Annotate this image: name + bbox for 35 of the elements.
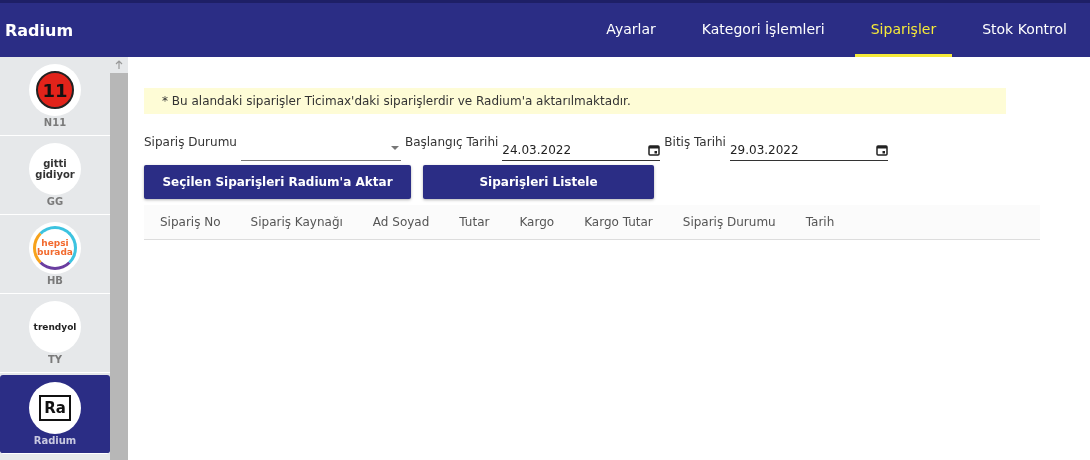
- info-notice: * Bu alandaki siparişler Ticimax'daki siparişlerdir ve Radium'a aktarılmaktadır.: [144, 88, 1006, 114]
- column-header: Sipariş Kaynağı: [250, 215, 343, 229]
- column-header: Kargo: [519, 215, 555, 229]
- sidebar-item[interactable]: 11 N11: [0, 57, 110, 136]
- nav-tab[interactable]: Siparişler: [854, 3, 953, 57]
- nav-tab[interactable]: Stok Kontrol: [966, 3, 1083, 57]
- action-button[interactable]: Siparişleri Listele: [423, 165, 654, 199]
- column-header: Tarih: [805, 215, 835, 229]
- nav-tab[interactable]: Ayarlar: [590, 3, 672, 57]
- logo-text: trendyol: [33, 322, 77, 332]
- app-title: Radium: [4, 20, 74, 40]
- calendar-icon[interactable]: [648, 144, 661, 156]
- action-button[interactable]: Seçilen Siparişleri Radium'a Aktar: [144, 165, 411, 199]
- nav-tab[interactable]: Kategori İşlemleri: [685, 3, 841, 57]
- column-header: Sipariş No: [160, 215, 221, 229]
- calendar-icon[interactable]: [875, 144, 888, 156]
- column-header: Ad Soyad: [372, 215, 430, 229]
- date-field[interactable]: 24.03.2022: [502, 143, 661, 161]
- sidebar-item[interactable]: gitti gidiyor GG: [0, 136, 110, 215]
- field-label: Sipariş Durumu: [144, 135, 237, 149]
- sidebar-item[interactable]: trendyol TY: [0, 294, 110, 373]
- column-header: Kargo Tutar: [584, 215, 653, 229]
- scrollbar[interactable]: [110, 57, 128, 460]
- column-header: Sipariş Durumu: [682, 215, 776, 229]
- ladybug-logo: 11: [36, 71, 74, 109]
- logo-text: gitti gidiyor: [35, 158, 75, 180]
- logo-text: Ra: [39, 395, 71, 421]
- caret-icon: [390, 146, 399, 150]
- field-label: Başlangıç Tarihi: [404, 135, 499, 149]
- sidebar-item[interactable]: Ra Radium: [0, 375, 110, 454]
- column-header: Tutar: [459, 215, 490, 229]
- date-field[interactable]: 29.03.2022: [729, 143, 888, 161]
- logo-text: hepsi burada: [33, 226, 77, 270]
- scroll-up-icon[interactable]: [114, 60, 124, 70]
- field-label: Bitiş Tarihi: [664, 135, 726, 149]
